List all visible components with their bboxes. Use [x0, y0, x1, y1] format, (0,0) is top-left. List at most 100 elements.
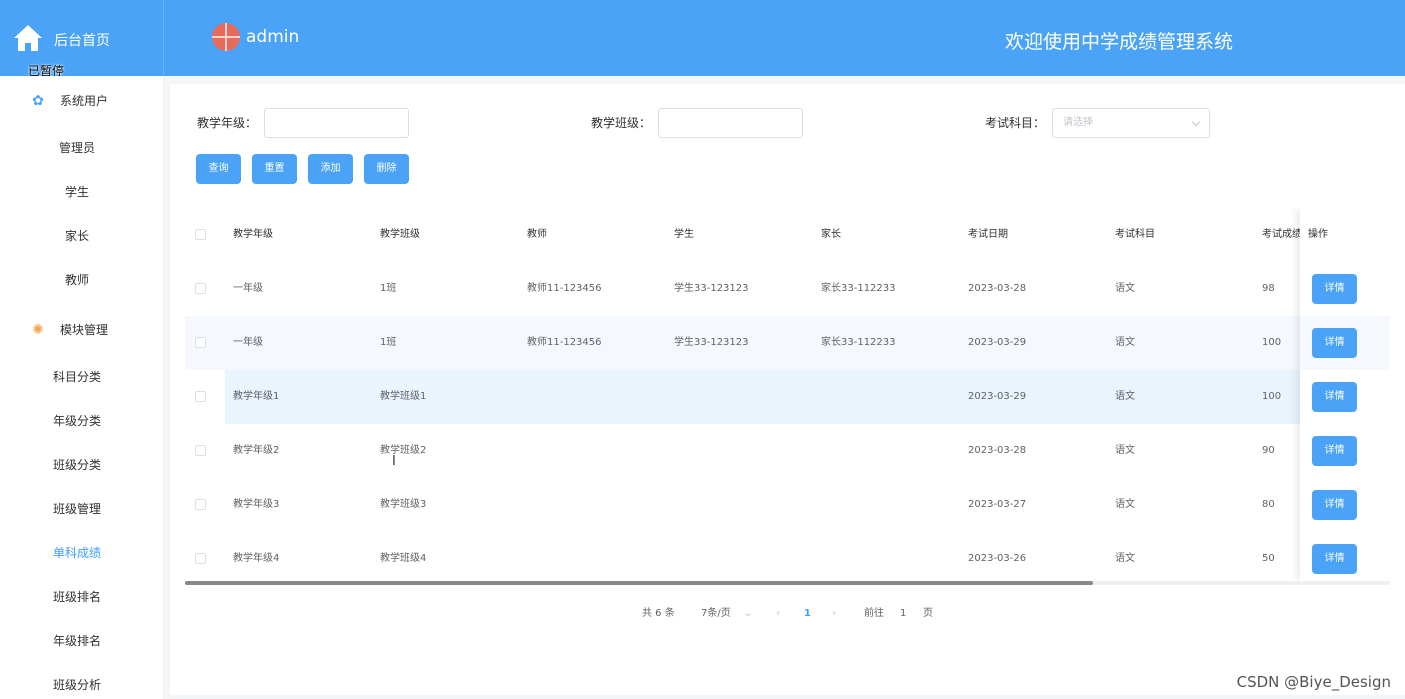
table-row: 教学年级2 教学班级2 2023-03-28 语文 90: [185, 424, 1390, 478]
sidebar-item-class-analysis[interactable]: 班级分析: [0, 676, 154, 693]
sidebar-group-label: 模块管理: [60, 323, 109, 337]
cell-class: 教学班级2: [380, 445, 427, 456]
cell-student: 学生33-123123: [674, 283, 749, 294]
chevron-down-icon[interactable]: ⌄: [744, 604, 752, 624]
sidebar-item-parent[interactable]: 家长: [0, 227, 154, 244]
detail-button[interactable]: 详情: [1312, 544, 1357, 574]
goto-page-input[interactable]: 1: [900, 604, 906, 624]
row-checkbox[interactable]: [195, 283, 206, 294]
cell-grade: 教学年级4: [233, 553, 280, 564]
cell-subject: 语文: [1115, 391, 1135, 402]
cell-grade: 教学年级1: [233, 391, 280, 402]
brand-label: 后台首页: [54, 33, 110, 49]
sidebar-item-single-score[interactable]: 单科成绩: [0, 544, 154, 561]
grade-label: 教学年级：: [197, 116, 258, 130]
total-count: 共 6 条: [642, 608, 675, 619]
cell-class: 教学班级1: [380, 391, 427, 402]
row-checkbox[interactable]: [195, 337, 206, 348]
page-size-select[interactable]: 7条/页: [701, 604, 731, 624]
cell-student: 学生33-123123: [674, 337, 749, 348]
cell-grade: 一年级: [233, 283, 263, 294]
column-header[interactable]: 教师: [527, 208, 547, 262]
detail-button[interactable]: 详情: [1312, 328, 1357, 358]
column-header[interactable]: 考试科目: [1115, 208, 1155, 262]
cell-class: 1班: [380, 283, 397, 294]
column-header[interactable]: 考试成绩: [1262, 208, 1300, 262]
cell-parent: 家长33-112233: [821, 337, 896, 348]
class-input[interactable]: [658, 108, 803, 138]
text-cursor-icon: I: [392, 454, 396, 469]
sidebar-group-system-users[interactable]: ✿ 系统用户: [30, 92, 108, 109]
table-row: 一年级 1班 教师11-123456 学生33-123123 家长33-1122…: [185, 262, 1390, 316]
sidebar-group-module-management[interactable]: ✺ 模块管理: [30, 321, 108, 338]
row-checkbox[interactable]: [195, 499, 206, 510]
brand-home-link[interactable]: 后台首页: [0, 0, 164, 76]
row-checkbox[interactable]: [195, 445, 206, 456]
column-header[interactable]: 教学班级: [380, 208, 420, 262]
cell-subject: 语文: [1115, 445, 1135, 456]
cell-teacher: 教师11-123456: [527, 337, 602, 348]
next-page-icon[interactable]: ›: [832, 604, 836, 624]
cell-date: 2023-03-29: [968, 337, 1027, 348]
column-header[interactable]: 家长: [821, 208, 841, 262]
avatar[interactable]: [212, 23, 240, 51]
cell-class: 1班: [380, 337, 397, 348]
sidebar-item-student[interactable]: 学生: [0, 183, 154, 200]
add-button[interactable]: 添加: [308, 154, 353, 184]
subject-placeholder: 请选择: [1063, 117, 1093, 128]
subject-select[interactable]: 请选择: [1052, 108, 1210, 138]
system-title: 欢迎使用中学成绩管理系统: [1004, 31, 1233, 53]
sidebar-item-class-management[interactable]: 班级管理: [0, 500, 154, 517]
column-header[interactable]: 教学年级: [233, 208, 273, 262]
table-row: 教学年级1 教学班级1 2023-03-29 语文 100: [185, 370, 1390, 424]
sidebar-item-admin[interactable]: 管理员: [0, 139, 154, 156]
cell-date: 2023-03-28: [968, 445, 1027, 456]
cell-subject: 语文: [1115, 553, 1135, 564]
action-cell: 详情: [1300, 424, 1390, 478]
column-header[interactable]: 学生: [674, 208, 694, 262]
cell-date: 2023-03-28: [968, 283, 1027, 294]
table-row: 一年级 1班 教师11-123456 学生33-123123 家长33-1122…: [185, 316, 1390, 370]
cell-subject: 语文: [1115, 499, 1135, 510]
goto-label: 前往: [864, 608, 884, 619]
action-cell: 详情: [1300, 478, 1390, 532]
detail-button[interactable]: 详情: [1312, 490, 1357, 520]
detail-button[interactable]: 详情: [1312, 436, 1357, 466]
page-number-current[interactable]: 1: [804, 604, 811, 624]
sidebar-item-subject-category[interactable]: 科目分类: [0, 368, 154, 385]
prev-page-icon[interactable]: ‹: [776, 604, 780, 624]
cell-date: 2023-03-29: [968, 391, 1027, 402]
sidebar: ✿ 系统用户 管理员 学生 家长 教师 ✺ 模块管理 科目分类 年级分类 班级分…: [0, 76, 164, 699]
table-row: 教学年级3 教学班级3 2023-03-27 语文 80: [185, 478, 1390, 532]
row-checkbox[interactable]: [195, 391, 206, 402]
pagination: 共 6 条 7条/页 ⌄ ‹ 1 › 前往 1 页: [170, 604, 1405, 624]
sidebar-item-class-category[interactable]: 班级分类: [0, 456, 154, 473]
action-header-cell: 操作: [1300, 208, 1390, 262]
row-checkbox[interactable]: [195, 553, 206, 564]
score-table: 教学年级 教学班级 教师 学生 家长 考试日期 考试科目 考试成绩 一年级 1班…: [185, 208, 1390, 580]
cell-class: 教学班级4: [380, 553, 427, 564]
sidebar-item-class-ranking[interactable]: 班级排名: [0, 588, 154, 605]
grade-input[interactable]: [264, 108, 409, 138]
table-row: 教学年级4 教学班级4 2023-03-26 语文 50: [185, 532, 1390, 580]
reset-button[interactable]: 重置: [252, 154, 297, 184]
delete-button[interactable]: 删除: [364, 154, 409, 184]
main-content: 教学年级： 教学班级： 考试科目： 请选择 查询 重置 添加 删除 教学年级 教…: [170, 84, 1405, 695]
sidebar-item-grade-category[interactable]: 年级分类: [0, 412, 154, 429]
detail-button[interactable]: 详情: [1312, 274, 1357, 304]
sidebar-item-grade-ranking[interactable]: 年级排名: [0, 632, 154, 649]
cell-date: 2023-03-26: [968, 553, 1027, 564]
page-suffix: 页: [923, 608, 933, 619]
detail-button[interactable]: 详情: [1312, 382, 1357, 412]
sidebar-item-teacher[interactable]: 教师: [0, 271, 154, 288]
gear-icon: ✺: [32, 321, 44, 338]
cell-class: 教学班级3: [380, 499, 427, 510]
query-button[interactable]: 查询: [196, 154, 241, 184]
top-header: 后台首页 已暂停 admin 欢迎使用中学成绩管理系统: [0, 0, 1405, 78]
watermark: CSDN @Biye_Design: [1236, 673, 1391, 691]
cell-score: 80: [1262, 499, 1275, 510]
username[interactable]: admin: [246, 27, 299, 47]
select-all-checkbox[interactable]: [195, 229, 206, 240]
horizontal-scrollbar[interactable]: [185, 581, 1093, 585]
column-header[interactable]: 考试日期: [968, 208, 1008, 262]
